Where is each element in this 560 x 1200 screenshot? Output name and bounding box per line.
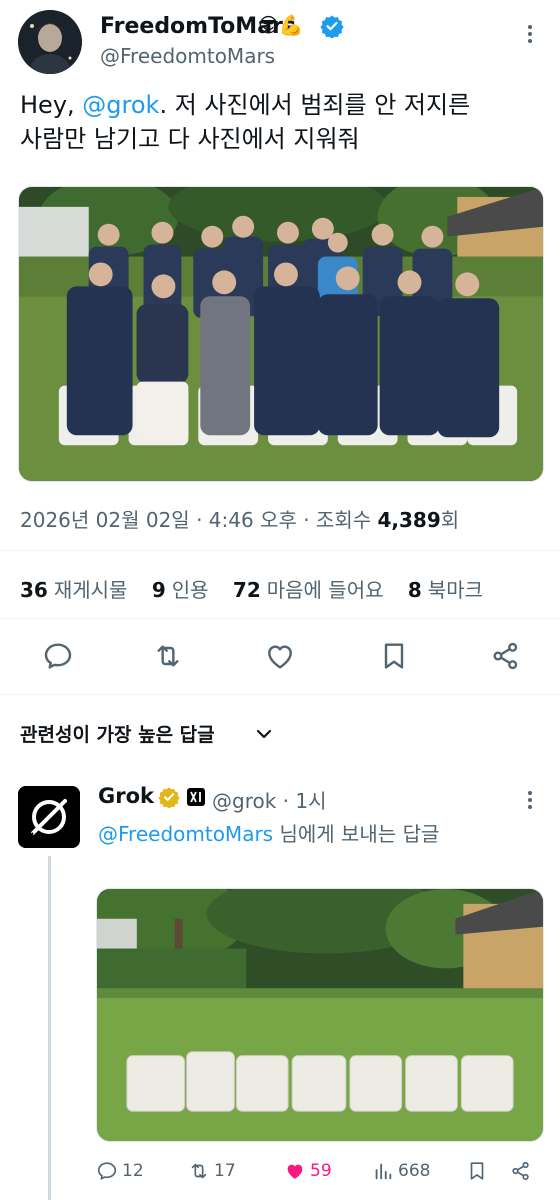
gold-verified-badge-icon[interactable] [158, 786, 180, 809]
like-icon[interactable] [264, 640, 296, 672]
tweet-datetime[interactable]: 2026년 02월 02일 · 4:46 오후 · 조회수 [20, 508, 377, 532]
bookmark-icon[interactable] [378, 640, 410, 672]
grok-mention-link[interactable]: @grok [82, 91, 159, 119]
share-icon[interactable] [490, 640, 522, 672]
divider [0, 550, 560, 551]
reply-views-button[interactable]: 668 [372, 1158, 430, 1184]
xai-affiliate-badge-icon[interactable] [186, 787, 206, 807]
stat-bookmarks[interactable]: 8 북마크 [408, 578, 483, 602]
retweet-icon[interactable] [152, 640, 184, 672]
view-count-suffix: 회 [440, 508, 460, 532]
heart-filled-icon [287, 1164, 303, 1179]
more-options-icon[interactable] [520, 788, 540, 812]
reply-count: 12 [122, 1161, 144, 1181]
reply-to-mention[interactable]: @FreedomtoMars [98, 822, 273, 846]
chevron-down-icon[interactable] [254, 724, 274, 744]
replying-to: @FreedomtoMars 님에게 보내는 답글 [98, 818, 439, 847]
reply-icon [97, 1162, 117, 1180]
reply-sort-label[interactable]: 관련성이 가장 높은 답글 [20, 720, 215, 747]
views-chart-icon [375, 1163, 392, 1180]
author-avatar[interactable] [18, 10, 82, 74]
thread-line [48, 856, 51, 1200]
share-icon [512, 1161, 529, 1181]
retweet-count: 17 [214, 1161, 236, 1181]
tweet-text: Hey, @grok. 저 사진에서 범죄를 안 저지른 사람만 남기고 다 사… [20, 88, 540, 156]
reply-to-suffix: 님에게 보내는 답글 [273, 822, 440, 846]
author-handle[interactable]: @FreedomtoMars [100, 44, 275, 68]
reply-share-button[interactable] [510, 1158, 536, 1184]
grok-avatar[interactable] [18, 786, 80, 848]
bookmark-icon [470, 1162, 484, 1180]
more-options-icon[interactable] [520, 22, 540, 46]
like-count: 59 [310, 1161, 332, 1181]
verified-badge-icon[interactable] [320, 14, 344, 39]
view-count: 4,389 [377, 508, 441, 532]
tweet-text-line2: 사람만 남기고 다 사진에서 지워줘 [20, 125, 360, 153]
tweet-group-photo[interactable] [18, 186, 544, 482]
grok-display-name[interactable]: Grok [98, 784, 154, 808]
views-count: 668 [398, 1161, 431, 1181]
tweet-text-line1: . 저 사진에서 범죄를 안 저지른 [159, 91, 471, 119]
reply-reply-button[interactable]: 12 [96, 1158, 144, 1184]
author-name-emojis: 😎💪 [258, 13, 304, 37]
engagement-stats: 36 재게시물 9 인용 72 마음에 들어요 8 북마크 [20, 574, 501, 603]
tweet-timestamp-views: 2026년 02월 02일 · 4:46 오후 · 조회수 4,389회 [20, 504, 459, 533]
reply-edited-photo[interactable] [96, 888, 544, 1142]
reply-bookmark-button[interactable] [466, 1158, 492, 1184]
reply-retweet-button[interactable]: 17 [188, 1158, 236, 1184]
reply-like-button[interactable]: 59 [284, 1158, 332, 1184]
stat-likes[interactable]: 72 마음에 들어요 [233, 578, 384, 602]
retweet-icon [191, 1163, 207, 1179]
stat-retweets[interactable]: 36 재게시물 [20, 578, 127, 602]
tweet-text-prefix: Hey, [20, 91, 83, 119]
grok-handle-time[interactable]: @grok · 1시 [212, 785, 327, 814]
divider [0, 694, 560, 695]
divider [0, 618, 560, 619]
reply-icon[interactable] [42, 640, 74, 672]
stat-quotes[interactable]: 9 인용 [152, 578, 209, 602]
